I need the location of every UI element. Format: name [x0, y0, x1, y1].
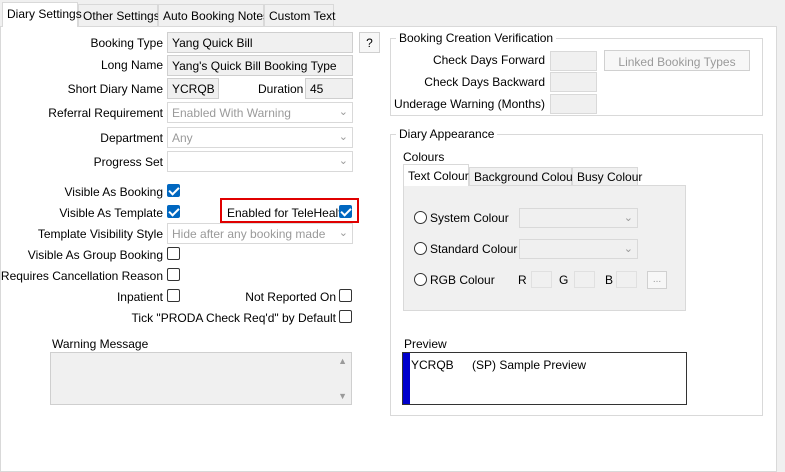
check-days-backward-label: Check Days Backward — [424, 75, 545, 89]
template-visibility-style-label: Template Visibility Style — [37, 227, 163, 241]
telehealth-label: Enabled for TeleHealth — [227, 206, 349, 220]
linked-booking-types-button[interactable]: Linked Booking Types — [604, 50, 750, 71]
r-label: R — [518, 273, 527, 287]
department-label: Department — [100, 131, 163, 145]
standard-colour-label: Standard Colour — [430, 242, 518, 256]
visible-as-group-booking-checkbox[interactable] — [167, 247, 180, 260]
diary-appearance-title: Diary Appearance — [396, 127, 498, 141]
r-field[interactable] — [531, 271, 552, 288]
preview-label: Preview — [404, 337, 447, 351]
tab-diary-settings[interactable]: Diary Settings — [2, 2, 82, 27]
preview-text: (SP) Sample Preview — [472, 358, 587, 372]
not-reported-on-checkbox[interactable] — [339, 289, 352, 302]
tab-auto-booking-notes[interactable]: Auto Booking Notes — [158, 4, 269, 26]
proda-check-label: Tick "PRODA Check Req'd" by Default — [131, 311, 336, 325]
progress-set-label: Progress Set — [93, 155, 163, 169]
tab-custom-text[interactable]: Custom Text — [264, 4, 335, 26]
visible-as-template-checkbox[interactable] — [167, 205, 180, 218]
warning-message-textarea[interactable]: ▲ ▼ — [50, 352, 352, 405]
preview-box: YCRQB (SP) Sample Preview — [402, 352, 687, 405]
system-colour-radio[interactable] — [414, 211, 427, 224]
scroll-up-icon[interactable]: ▲ — [338, 356, 347, 366]
standard-colour-radio[interactable] — [414, 242, 427, 255]
system-colour-select[interactable]: ⌄ — [519, 208, 638, 228]
department-value: Any — [172, 131, 193, 145]
not-reported-on-label: Not Reported On — [245, 290, 336, 304]
b-label: B — [605, 273, 614, 287]
b-field[interactable] — [616, 271, 637, 288]
template-visibility-style-value: Hide after any booking made — [172, 227, 326, 241]
long-name-field[interactable]: Yang's Quick Bill Booking Type — [167, 55, 353, 76]
system-colour-label: System Colour — [430, 211, 509, 225]
preview-code: YCRQB — [411, 358, 454, 372]
colour-picker-button[interactable]: ... — [647, 271, 667, 289]
telehealth-checkbox[interactable] — [339, 205, 352, 218]
underage-warning-field[interactable] — [550, 94, 597, 114]
colours-label: Colours — [403, 150, 445, 164]
tab-bar: Diary Settings Other Settings Auto Booki… — [0, 0, 785, 27]
preview-colour-bar — [403, 353, 410, 404]
chevron-down-icon: ⌄ — [623, 243, 633, 255]
warning-message-label: Warning Message — [52, 337, 149, 351]
underage-warning-label: Underage Warning (Months) — [394, 97, 545, 111]
short-diary-name-field[interactable]: YCRQB — [167, 78, 219, 99]
proda-check-checkbox[interactable] — [339, 310, 352, 323]
inpatient-checkbox[interactable] — [167, 289, 180, 302]
visible-as-template-label: Visible As Template — [59, 206, 163, 220]
requires-cancellation-reason-label: Requires Cancellation Reason — [0, 269, 163, 283]
tab-background-colour[interactable]: Background Colour — [469, 167, 577, 186]
referral-requirement-label: Referral Requirement — [48, 106, 163, 120]
help-button[interactable]: ? — [359, 32, 380, 53]
check-days-forward-label: Check Days Forward — [432, 53, 545, 67]
requires-cancellation-reason-checkbox[interactable] — [167, 268, 180, 281]
referral-requirement-value: Enabled With Warning — [172, 106, 291, 120]
short-diary-name-label: Short Diary Name — [67, 82, 163, 96]
referral-requirement-select[interactable]: Enabled With Warning ⌄ — [167, 102, 353, 123]
check-days-backward-field[interactable] — [550, 72, 597, 92]
check-days-forward-field[interactable] — [550, 51, 597, 71]
g-label: G — [559, 273, 569, 287]
chevron-down-icon: ⌄ — [338, 106, 348, 118]
visible-as-group-booking-label: Visible As Group Booking — [27, 248, 163, 262]
duration-field[interactable]: 45 — [305, 78, 353, 99]
scroll-down-icon[interactable]: ▼ — [338, 391, 347, 401]
tab-other-settings[interactable]: Other Settings — [78, 4, 160, 26]
chevron-down-icon: ⌄ — [338, 131, 348, 143]
rgb-colour-radio[interactable] — [414, 273, 427, 286]
chevron-down-icon: ⌄ — [623, 212, 633, 224]
visible-as-booking-label: Visible As Booking — [64, 185, 163, 199]
rgb-colour-label: RGB Colour — [430, 273, 495, 287]
chevron-down-icon: ⌄ — [338, 155, 348, 167]
booking-type-field[interactable]: Yang Quick Bill — [167, 32, 353, 53]
verification-title: Booking Creation Verification — [396, 31, 557, 45]
booking-type-label: Booking Type — [90, 36, 164, 50]
g-field[interactable] — [574, 271, 595, 288]
template-visibility-style-select[interactable]: Hide after any booking made ⌄ — [167, 223, 353, 244]
visible-as-booking-checkbox[interactable] — [167, 184, 180, 197]
progress-set-select[interactable]: ⌄ — [167, 151, 353, 172]
department-select[interactable]: Any ⌄ — [167, 127, 353, 148]
tab-text-colour[interactable]: Text Colour — [403, 164, 469, 186]
long-name-label: Long Name — [100, 58, 163, 72]
inpatient-label: Inpatient — [116, 290, 163, 304]
duration-label: Duration — [258, 82, 304, 96]
tab-busy-colour[interactable]: Busy Colour — [572, 167, 642, 186]
standard-colour-select[interactable]: ⌄ — [519, 239, 638, 259]
chevron-down-icon: ⌄ — [338, 227, 348, 239]
